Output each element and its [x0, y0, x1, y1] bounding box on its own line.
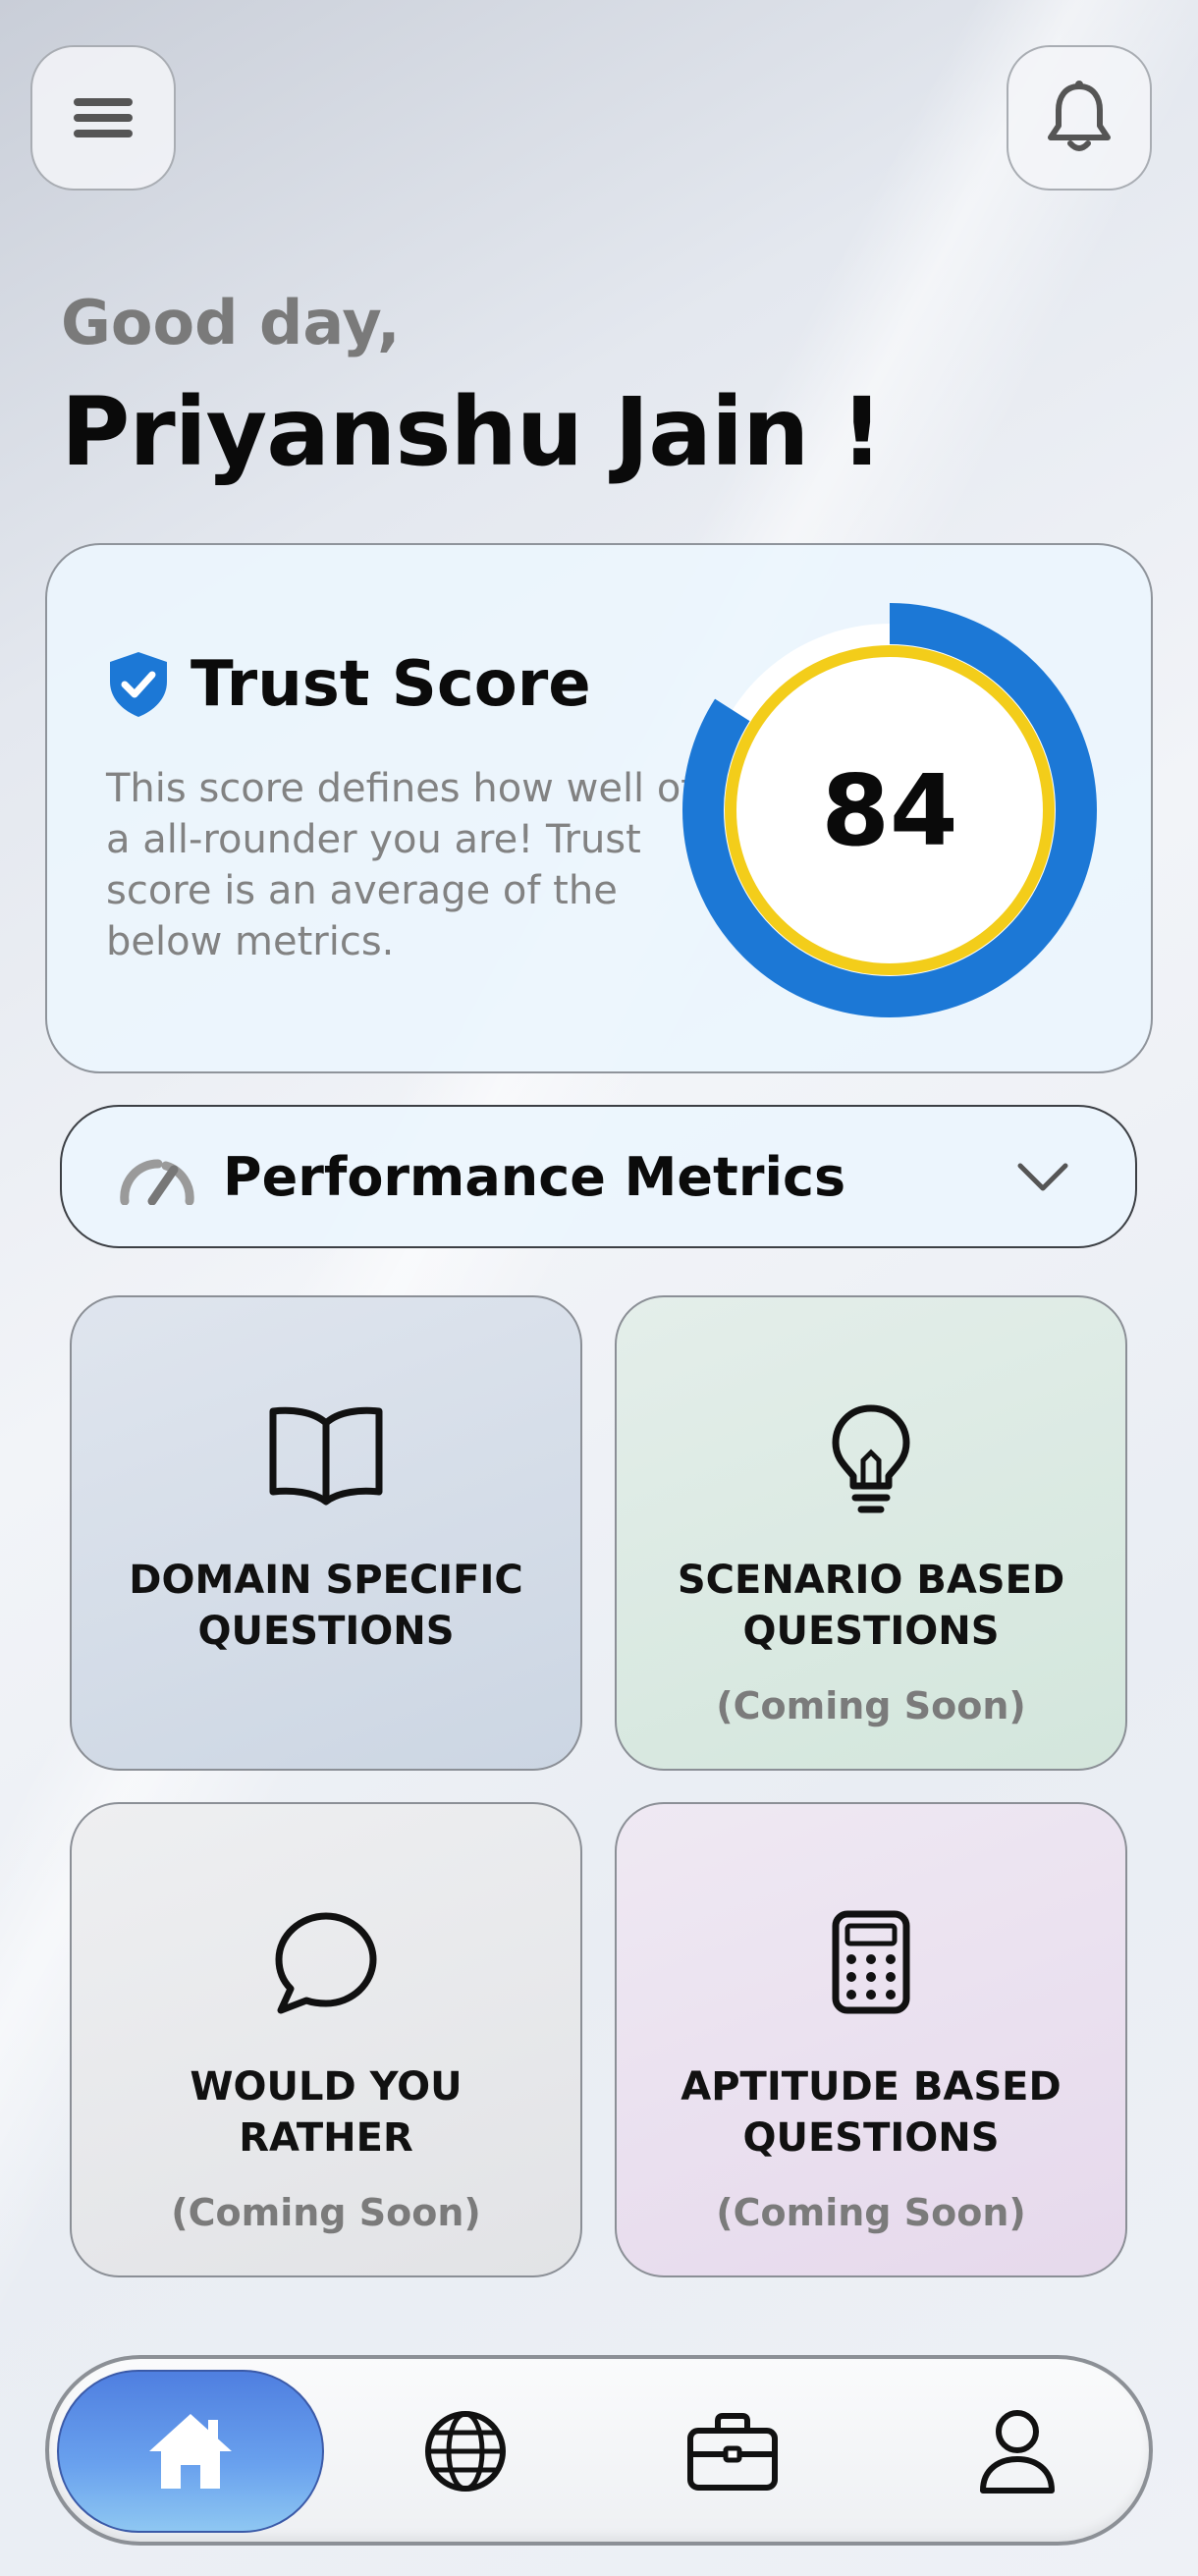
tile-label: DOMAIN SPECIFIC QUESTIONS — [129, 1558, 523, 1654]
tile-label: APTITUDE BASED QUESTIONS — [681, 2064, 1062, 2161]
verified-shield-icon — [110, 652, 167, 717]
performance-metrics-label: Performance Metrics — [223, 1145, 846, 1208]
nav-home-button[interactable] — [57, 2370, 324, 2533]
bottom-navigation — [45, 2355, 1153, 2546]
trust-score-gauge: 84 — [681, 602, 1098, 1018]
tile-would-you-rather[interactable]: WOULD YOU RATHER (Coming Soon) — [70, 1802, 582, 2277]
menu-button[interactable] — [30, 45, 176, 191]
tile-status: (Coming Soon) — [171, 2191, 481, 2234]
bell-icon — [1048, 81, 1111, 151]
lightbulb-icon — [832, 1404, 910, 1513]
trust-score-value: 84 — [821, 752, 958, 868]
user-name: Priyanshu Jain ! — [61, 377, 884, 487]
trust-score-card: Trust Score This score defines how well … — [45, 543, 1153, 1073]
calculator-icon — [832, 1910, 910, 2014]
tile-scenario-based-questions[interactable]: SCENARIO BASED QUESTIONS (Coming Soon) — [615, 1295, 1127, 1771]
profile-icon — [980, 2410, 1055, 2494]
trust-score-header: Trust Score — [106, 648, 591, 721]
greeting-text: Good day, — [61, 287, 401, 358]
chevron-down-icon — [1017, 1163, 1068, 1191]
open-book-icon — [269, 1406, 383, 1506]
notifications-button[interactable] — [1007, 45, 1152, 191]
tile-status: (Coming Soon) — [716, 1684, 1026, 1727]
hamburger-menu-icon — [74, 98, 133, 137]
nav-jobs-button[interactable] — [654, 2370, 811, 2533]
nav-explore-button[interactable] — [387, 2370, 544, 2533]
tile-label: SCENARIO BASED QUESTIONS — [677, 1558, 1065, 1654]
speedometer-icon — [120, 1159, 194, 1205]
tile-label: WOULD YOU RATHER — [190, 2064, 463, 2161]
trust-score-title: Trust Score — [191, 648, 591, 721]
tile-aptitude-based-questions[interactable]: APTITUDE BASED QUESTIONS (Coming Soon) — [615, 1802, 1127, 2277]
tile-domain-specific-questions[interactable]: DOMAIN SPECIFIC QUESTIONS — [70, 1295, 582, 1771]
performance-metrics-dropdown[interactable]: Performance Metrics — [60, 1105, 1137, 1248]
briefcase-icon — [687, 2413, 778, 2491]
home-icon — [149, 2414, 232, 2489]
trust-score-description: This score defines how well of a all-rou… — [106, 766, 695, 964]
nav-profile-button[interactable] — [939, 2370, 1096, 2533]
speech-bubble-icon — [275, 1912, 377, 2014]
globe-icon — [425, 2411, 506, 2492]
tile-status: (Coming Soon) — [716, 2191, 1026, 2234]
